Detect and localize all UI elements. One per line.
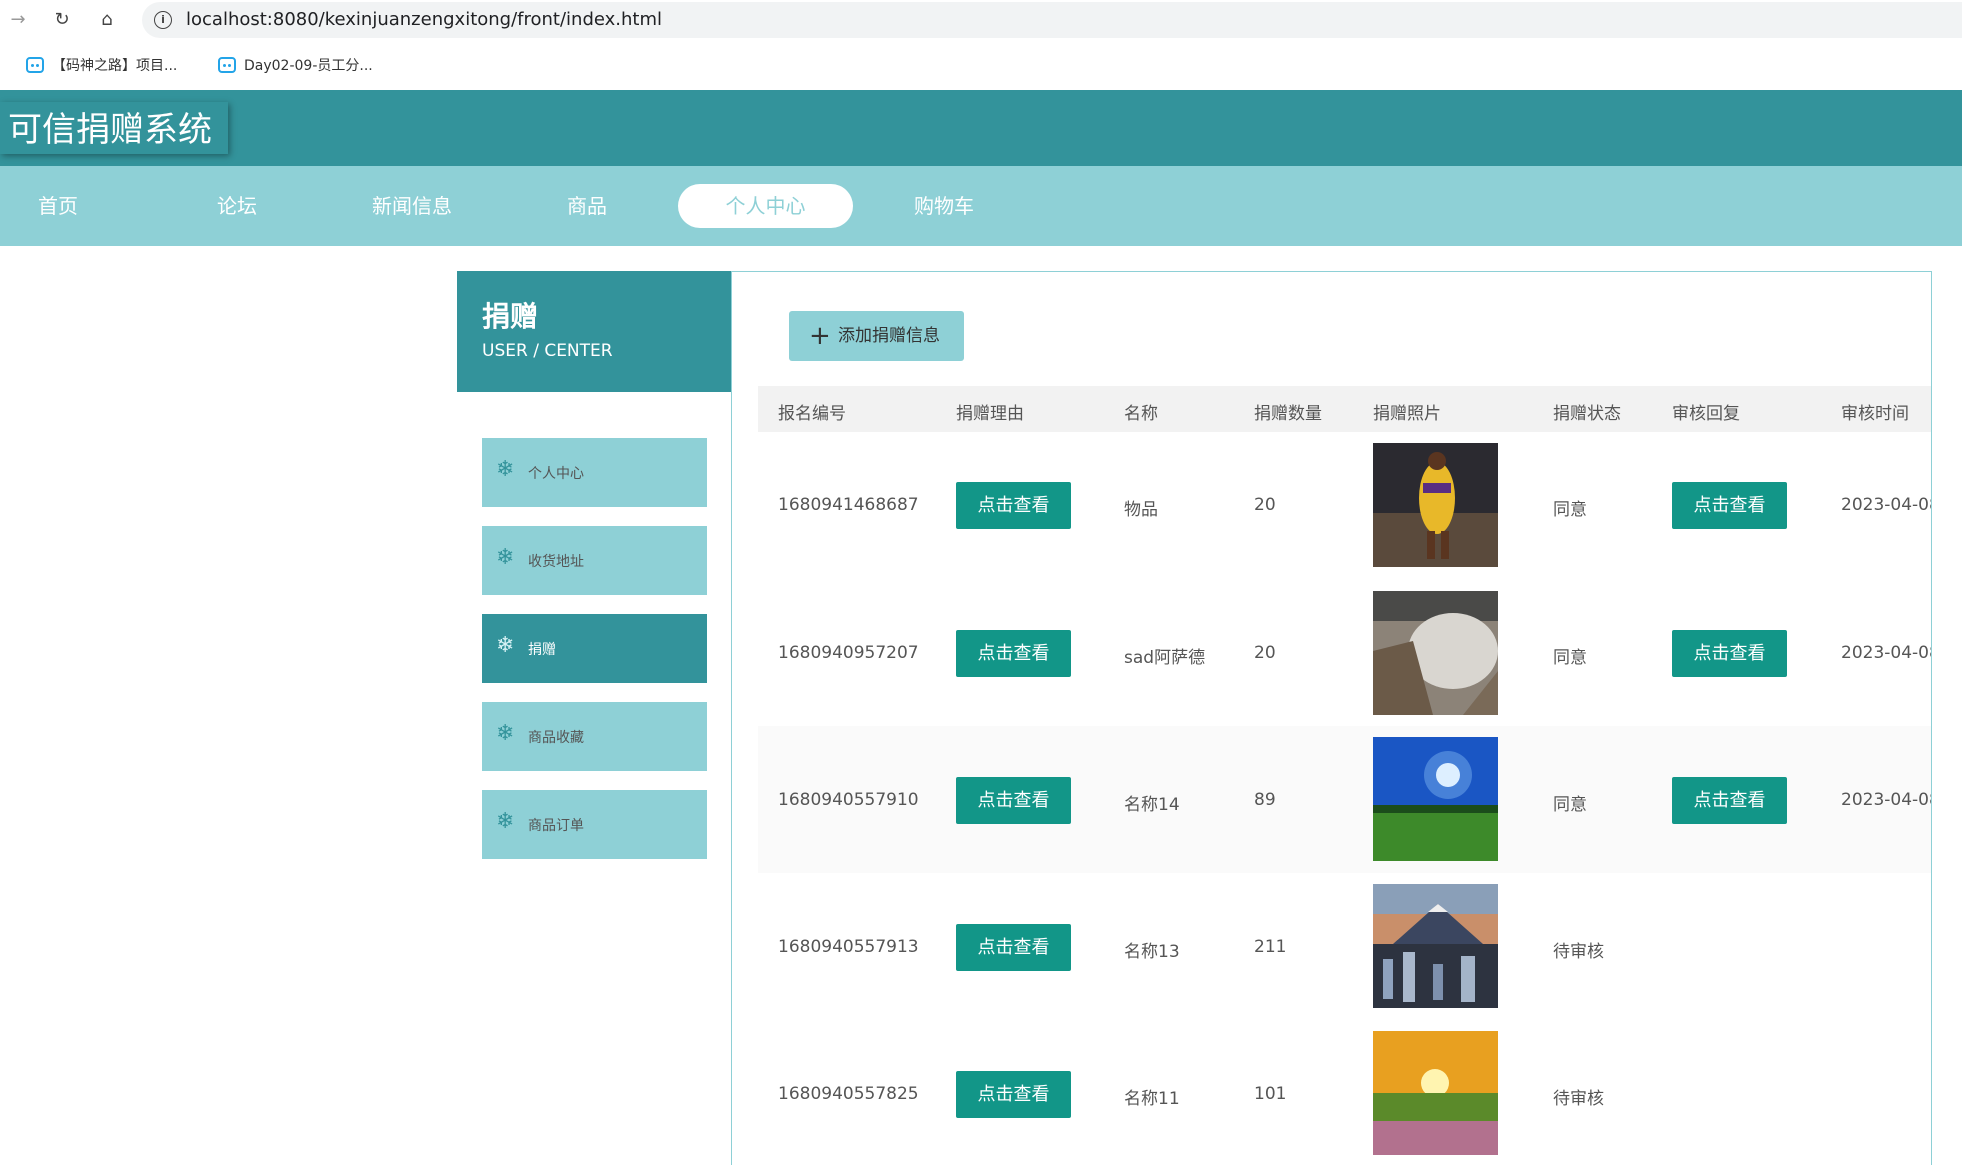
table-header: 报名编号 捐赠理由 名称 捐赠数量 捐赠照片 捐赠状态 审核回复 审核时间 — [758, 386, 1931, 432]
bookmark-item[interactable]: 【码神之路】项目... — [26, 54, 177, 78]
donation-photo — [1373, 737, 1498, 861]
table-row: 1680940557825 点击查看 名称11 101 待审核 — [758, 1020, 1931, 1165]
table-row: 1680940557913 点击查看 名称13 211 待审核 — [758, 873, 1931, 1020]
donation-photo — [1373, 1031, 1498, 1155]
cell-id: 1680940957207 — [778, 643, 919, 663]
donation-photo — [1373, 884, 1498, 1008]
col-header-qty: 捐赠数量 — [1254, 404, 1322, 424]
plus-icon: + — [809, 321, 831, 351]
home-icon[interactable]: ⌂ — [95, 8, 119, 32]
sidebar-header: 捐赠 USER / CENTER — [457, 271, 731, 392]
sidebar-item-label: 商品收藏 — [528, 730, 584, 746]
cell-review-time: 2023-04-08 — [1841, 643, 1932, 663]
view-reason-button[interactable]: 点击查看 — [956, 630, 1071, 677]
cell-qty: 101 — [1254, 1084, 1287, 1104]
site-header: 可信捐赠系统 — [0, 90, 1962, 166]
browser-address-bar: → ↻ ⌂ i localhost:8080/kexinjuanzengxito… — [0, 0, 1962, 40]
add-donation-button[interactable]: + 添加捐赠信息 — [789, 311, 964, 361]
col-header-photo: 捐赠照片 — [1373, 404, 1441, 424]
cell-name: 物品 — [1124, 500, 1158, 520]
donation-photo — [1373, 443, 1498, 567]
reload-icon[interactable]: ↻ — [50, 8, 74, 32]
sidebar-title: 捐赠 — [482, 300, 539, 333]
nav-products[interactable]: 商品 — [547, 184, 627, 228]
cell-qty: 20 — [1254, 643, 1276, 663]
cell-review-time: 2023-04-08 — [1841, 790, 1932, 810]
cell-qty: 89 — [1254, 790, 1276, 810]
cell-name: 名称13 — [1124, 942, 1180, 962]
table-row: 1680941468687 点击查看 物品 20 同意 点击查看 2023-04… — [758, 432, 1932, 579]
view-reason-button[interactable]: 点击查看 — [956, 482, 1071, 529]
bookmark-label: 【码神之路】项目... — [52, 58, 178, 74]
bilibili-icon — [26, 57, 44, 73]
col-header-name: 名称 — [1124, 404, 1158, 424]
cell-review-time: 2023-04-08 — [1841, 495, 1932, 515]
col-header-reply: 审核回复 — [1672, 404, 1740, 424]
cell-name: 名称14 — [1124, 795, 1180, 815]
snowflake-icon: ❄ — [496, 809, 515, 834]
main-panel: + 添加捐赠信息 报名编号 捐赠理由 名称 捐赠数量 捐赠照片 捐赠状态 审核回… — [731, 271, 1932, 1165]
sidebar-item-label: 捐赠 — [528, 642, 556, 658]
cell-status: 同意 — [1553, 795, 1587, 815]
nav-user-center[interactable]: 个人中心 — [678, 184, 853, 228]
view-reason-button[interactable]: 点击查看 — [956, 924, 1071, 971]
bookmark-label: Day02-09-员工分... — [244, 58, 373, 74]
view-reply-button[interactable]: 点击查看 — [1672, 482, 1787, 529]
site-logo[interactable]: 可信捐赠系统 — [0, 102, 228, 154]
cell-qty: 20 — [1254, 495, 1276, 515]
sidebar-subtitle: USER / CENTER — [482, 341, 613, 361]
cell-qty: 211 — [1254, 937, 1287, 957]
sidebar-item-orders[interactable]: ❄ 商品订单 — [482, 790, 707, 859]
sidebar-item-label: 商品订单 — [528, 818, 584, 834]
cell-status: 待审核 — [1553, 1089, 1604, 1109]
url-text: localhost:8080/kexinjuanzengxitong/front… — [186, 9, 663, 30]
snowflake-icon: ❄ — [496, 457, 515, 482]
cell-name: 名称11 — [1124, 1089, 1180, 1109]
col-header-id: 报名编号 — [778, 404, 846, 424]
cell-status: 待审核 — [1553, 942, 1604, 962]
sidebar-item-label: 收货地址 — [528, 554, 584, 570]
bookmarks-bar: 【码神之路】项目... Day02-09-员工分... — [0, 46, 1962, 86]
cell-id: 1680940557825 — [778, 1084, 919, 1104]
sidebar-item-label: 个人中心 — [528, 466, 584, 482]
nav-news[interactable]: 新闻信息 — [362, 184, 462, 228]
view-reply-button[interactable]: 点击查看 — [1672, 777, 1787, 824]
col-header-time: 审核时间 — [1841, 404, 1909, 424]
snowflake-icon: ❄ — [496, 545, 515, 570]
col-header-reason: 捐赠理由 — [956, 404, 1024, 424]
sidebar-item-favorites[interactable]: ❄ 商品收藏 — [482, 702, 707, 771]
url-field[interactable]: i localhost:8080/kexinjuanzengxitong/fro… — [142, 2, 1962, 38]
bookmark-item[interactable]: Day02-09-员工分... — [218, 54, 373, 78]
snowflake-icon: ❄ — [496, 721, 515, 746]
cell-id: 1680941468687 — [778, 495, 919, 515]
donation-photo — [1373, 591, 1498, 715]
nav-home[interactable]: 首页 — [18, 184, 98, 228]
sidebar-item-donation[interactable]: ❄ 捐赠 — [482, 614, 707, 683]
cell-name: sad阿萨德 — [1124, 648, 1206, 668]
nav-forum[interactable]: 论坛 — [197, 184, 277, 228]
cell-id: 1680940557910 — [778, 790, 919, 810]
col-header-status: 捐赠状态 — [1553, 404, 1621, 424]
view-reason-button[interactable]: 点击查看 — [956, 777, 1071, 824]
view-reply-button[interactable]: 点击查看 — [1672, 630, 1787, 677]
site-title: 可信捐赠系统 — [8, 110, 212, 150]
sidebar-item-user-center[interactable]: ❄ 个人中心 — [482, 438, 707, 507]
cell-id: 1680940557913 — [778, 937, 919, 957]
forward-arrow-icon[interactable]: → — [6, 8, 30, 32]
table-row: 1680940557910 点击查看 名称14 89 同意 点击查看 2023-… — [758, 726, 1932, 873]
main-nav: 首页 论坛 新闻信息 商品 个人中心 购物车 — [0, 166, 1962, 246]
table-row: 1680940957207 点击查看 sad阿萨德 20 同意 点击查看 202… — [758, 579, 1932, 726]
add-donation-label: 添加捐赠信息 — [838, 326, 940, 346]
view-reason-button[interactable]: 点击查看 — [956, 1071, 1071, 1118]
snowflake-icon: ❄ — [496, 633, 515, 658]
site-info-icon[interactable]: i — [154, 11, 172, 29]
nav-cart[interactable]: 购物车 — [904, 184, 984, 228]
cell-status: 同意 — [1553, 648, 1587, 668]
sidebar-item-address[interactable]: ❄ 收货地址 — [482, 526, 707, 595]
cell-status: 同意 — [1553, 500, 1587, 520]
bilibili-icon — [218, 57, 236, 73]
